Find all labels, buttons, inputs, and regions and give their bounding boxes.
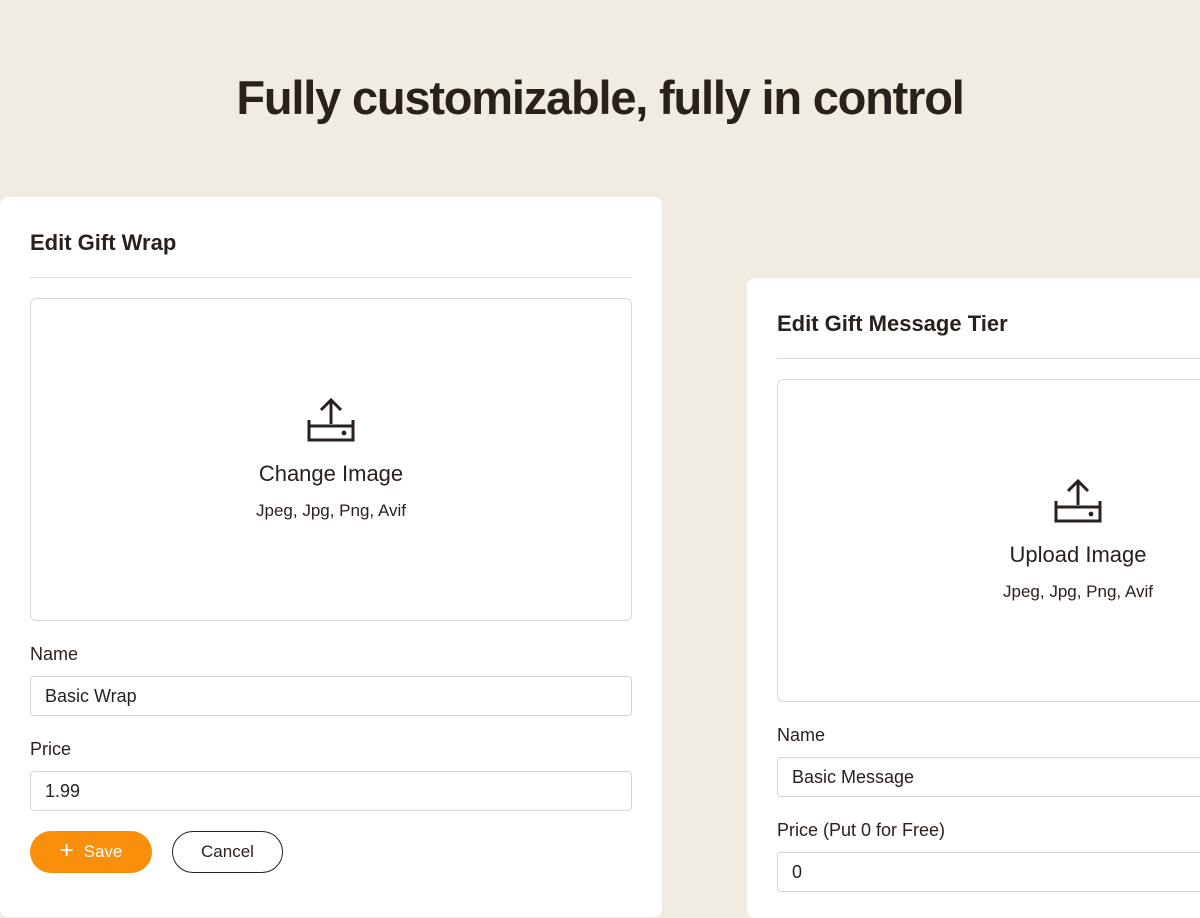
upload-icon	[307, 398, 355, 442]
cancel-button[interactable]: Cancel	[172, 831, 283, 873]
gift-message-name-input[interactable]	[777, 757, 1200, 797]
gift-wrap-name-label: Name	[30, 644, 79, 664]
plus-icon: +	[59, 837, 74, 864]
gift-message-image-dropzone[interactable]	[777, 379, 1200, 702]
gift-wrap-image-dropzone[interactable]	[30, 298, 632, 621]
gift-wrap-price-label: Price	[30, 739, 72, 759]
gift-wrap-card-title: Edit Gift Wrap	[30, 230, 177, 255]
save-button-label: Save	[83, 842, 123, 861]
gift-wrap-divider	[30, 277, 632, 278]
gift-wrap-upload-title: Change Image	[258, 461, 404, 486]
hero-title: Fully customizable, fully in control	[236, 71, 964, 124]
gift-message-upload-title: Upload Image	[1009, 542, 1147, 567]
gift-message-card-title: Edit Gift Message Tier	[777, 311, 1008, 336]
save-button[interactable]: + Save	[30, 831, 152, 873]
gift-message-price-input[interactable]	[777, 852, 1200, 892]
gift-wrap-name-input[interactable]	[30, 676, 632, 716]
upload-icon	[1054, 479, 1102, 523]
gift-message-price-label: Price (Put 0 for Free)	[777, 820, 946, 840]
gift-message-upload-formats: Jpeg, Jpg, Png, Avif	[1003, 582, 1153, 601]
gift-message-name-label: Name	[777, 725, 826, 745]
gift-wrap-upload-formats: Jpeg, Jpg, Png, Avif	[256, 501, 406, 520]
gift-wrap-price-input[interactable]	[30, 771, 632, 811]
gift-message-divider	[777, 358, 1200, 359]
